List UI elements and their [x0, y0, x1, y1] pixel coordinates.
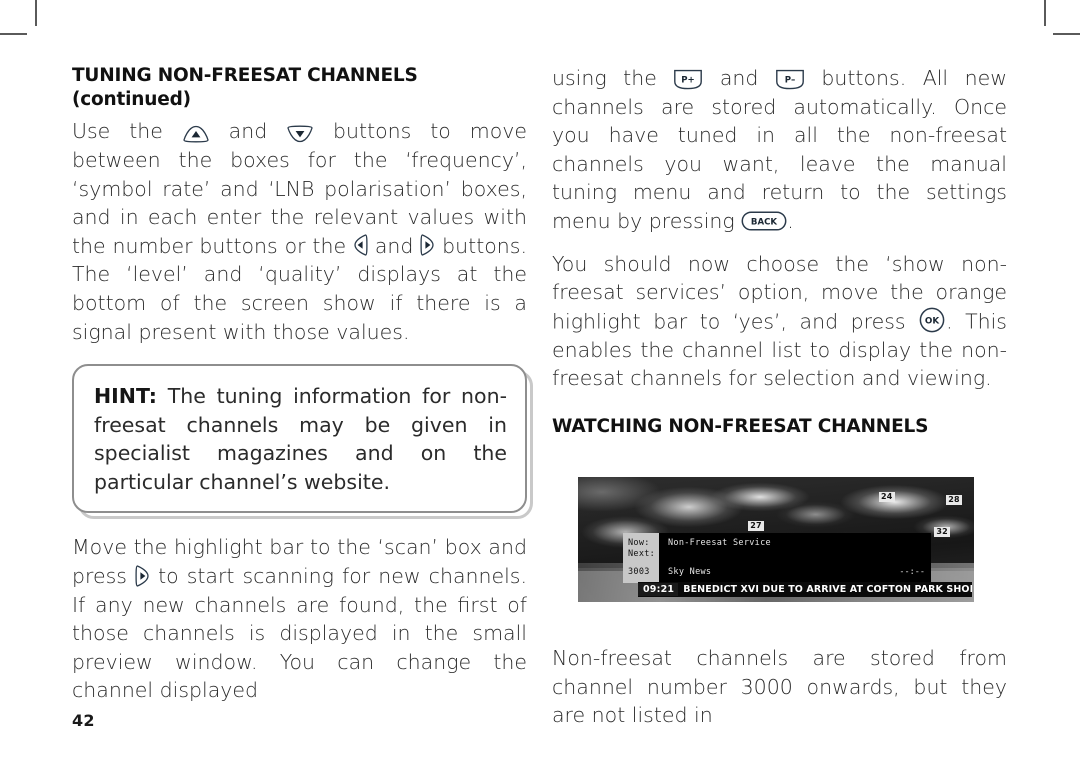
text-run: buttons. All new channels are stored aut… [552, 66, 1007, 233]
epg-overlay-panel: Now: Non-Freesat Service Next: 3003 Sky … [623, 533, 931, 583]
right-column: using the P+ and P– buttons. All new cha… [552, 64, 1007, 439]
up-arrow-button-icon [182, 125, 210, 143]
left-column: TUNING NON-FREESAT CHANNELS (continued) … [72, 64, 533, 719]
epg-duration: --:-- [899, 567, 925, 577]
p-plus-button-icon: P+ [673, 69, 703, 90]
section-heading-continued: (continued) [72, 88, 191, 110]
hint-label: HINT: [94, 384, 158, 409]
section-heading-watching: WATCHING NON-FREESAT CHANNELS [552, 416, 929, 438]
svg-text:OK: OK [925, 316, 940, 326]
text-run: and [209, 119, 287, 144]
left-arrow-button-icon [353, 233, 368, 257]
text-run: Use the [72, 119, 182, 144]
svg-text:P–: P– [785, 75, 796, 85]
weather-temp-label: 32 [934, 527, 950, 537]
epg-next-label: Next: [628, 549, 656, 559]
p-minus-button-icon: P– [775, 69, 805, 90]
text-run: . [787, 208, 794, 233]
paragraph-p-buttons: using the P+ and P– buttons. All new cha… [552, 64, 1007, 236]
weather-temp-label: 27 [748, 520, 764, 531]
ticker-headline: BENEDICT XVI DUE TO ARRIVE AT COFTON PAR… [683, 584, 972, 595]
text-run: and [703, 66, 775, 90]
text-run: using the [552, 66, 674, 90]
news-ticker-bar: 09:21 BENEDICT XVI DUE TO ARRIVE AT COFT… [638, 582, 972, 597]
svg-text:BACK: BACK [751, 218, 778, 228]
ok-button-icon: OK [918, 307, 946, 333]
svg-text:P+: P+ [682, 75, 696, 85]
right-arrow-button-icon [420, 233, 435, 257]
paragraph-scan-box: Move the highlight bar to the ‘scan’ box… [72, 533, 527, 705]
hint-box: HINT: The tuning information for non-fre… [72, 364, 533, 520]
section-heading-text: TUNING NON-FREESAT CHANNELS [72, 65, 418, 86]
hint-text: HINT: The tuning information for non-fre… [94, 382, 507, 496]
down-arrow-button-icon [286, 125, 314, 143]
text-run: and [367, 233, 421, 258]
page-number: 42 [72, 711, 95, 730]
weather-temp-label: 24 [878, 492, 895, 502]
ticker-time: 09:21 [638, 583, 679, 596]
paragraph-move-between-boxes: Use the and buttons to move between the … [72, 117, 527, 346]
weather-temp-label: 28 [946, 494, 962, 505]
epg-channel-number: 3003 [628, 567, 650, 577]
manual-page: TUNING NON-FREESAT CHANNELS (continued) … [0, 0, 1080, 782]
right-arrow-button-icon [135, 564, 150, 588]
epg-now-label: Now: [628, 538, 650, 548]
back-button-icon: BACK [741, 210, 787, 232]
epg-channel-name: Sky News [668, 567, 712, 577]
tv-screenshot-figure: 25 27 34 24 28 32 Now: Non-Freesat Servi… [578, 477, 974, 602]
page-title: TUNING NON-FREESAT CHANNELS (continued) [72, 64, 527, 111]
paragraph-channel-numbering: Non-freesat channels are stored from cha… [552, 646, 1007, 728]
paragraph-show-non-freesat-services: You should now choose the ‘show non-free… [552, 250, 1007, 393]
hint-box-frame: HINT: The tuning information for non-fre… [72, 364, 527, 514]
epg-now-value: Non-Freesat Service [668, 538, 771, 548]
